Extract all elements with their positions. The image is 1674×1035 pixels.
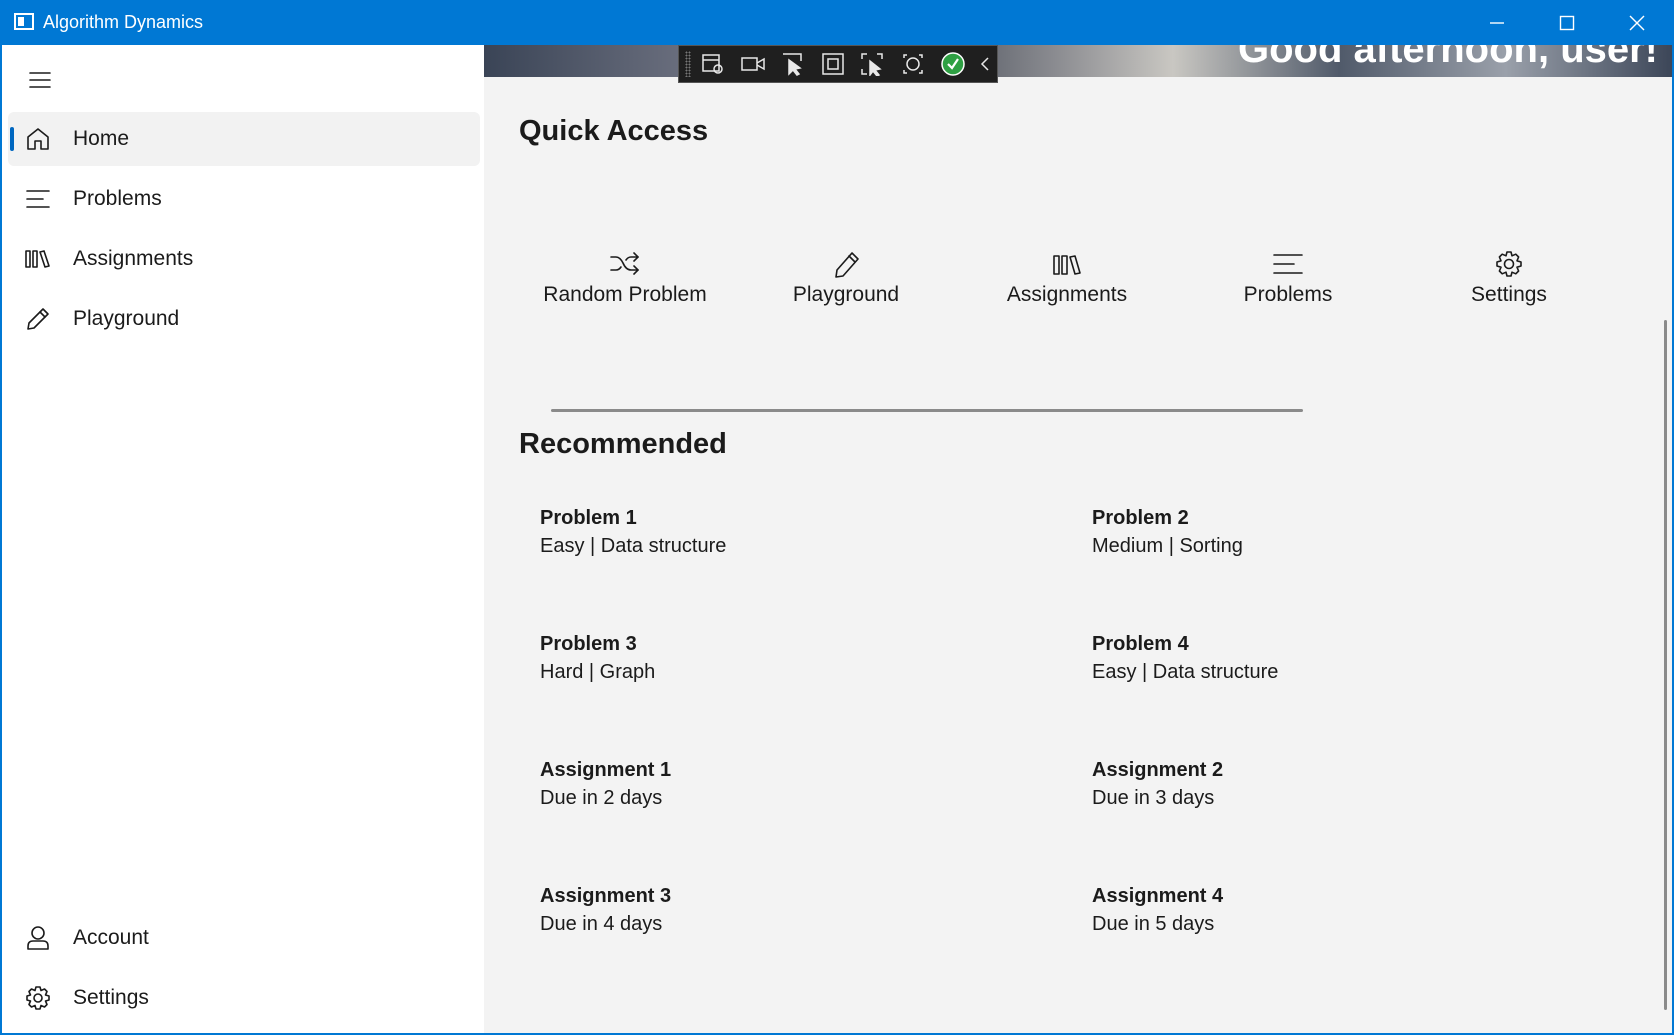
recommended-item-title: Assignment 4 (1092, 885, 1224, 907)
library-icon (1053, 255, 1081, 275)
quick-access-label: Random Problem (543, 283, 707, 306)
collapse-toolbar-button[interactable] (975, 48, 995, 80)
track-focus-icon (861, 53, 883, 76)
recommended-item-subtitle: Hard | Graph (540, 661, 656, 683)
track-focused-element-button[interactable] (855, 48, 891, 80)
recommended-item-subtitle: Medium | Sorting (1092, 535, 1243, 557)
quick-access-label: Playground (792, 283, 900, 306)
recommended-item-subtitle: Due in 4 days (540, 913, 663, 935)
visual-tree-icon (702, 54, 723, 74)
quick-access-assignments[interactable]: Assignments (962, 245, 1172, 335)
greeting-text: Good afternoon, user! (1238, 45, 1658, 71)
nav-item-label: Problems (73, 187, 162, 210)
chevron-left-icon (980, 57, 989, 71)
menu-toggle-button[interactable] (20, 62, 60, 98)
gear-icon (1496, 251, 1522, 277)
nav-item-problems[interactable]: Problems (8, 172, 480, 226)
display-layout-adorners-button[interactable] (815, 48, 851, 80)
maximize-icon (1559, 15, 1575, 30)
nav-item-assignments[interactable]: Assignments (8, 232, 480, 286)
close-button[interactable] (1602, 0, 1672, 45)
quick-access-random-problem[interactable]: Random Problem (520, 245, 730, 335)
gear-icon (26, 986, 50, 1010)
app-client-area: Home Problems Assignments Playground Acc (2, 45, 1672, 1033)
binding-failures-button[interactable] (895, 48, 931, 80)
toolbar-grip[interactable] (685, 51, 691, 77)
recommended-item-title: Assignment 1 (540, 759, 672, 781)
list-icon (26, 190, 50, 208)
nav-item-label: Account (73, 926, 149, 949)
recommended-item[interactable]: Problem 4 Easy | Data structure (1092, 633, 1572, 733)
quick-access-playground[interactable]: Playground (741, 245, 951, 335)
recommended-item-subtitle: Due in 5 days (1092, 913, 1215, 935)
hamburger-icon (29, 72, 51, 88)
app-icon (14, 13, 34, 30)
maximize-button[interactable] (1532, 0, 1602, 45)
recommended-item-title: Assignment 3 (540, 885, 672, 907)
nav-item-playground[interactable]: Playground (8, 292, 480, 346)
recommended-item-title: Problem 3 (540, 633, 637, 655)
person-icon (27, 926, 49, 950)
nav-item-account[interactable]: Account (8, 911, 480, 965)
quick-access-problems[interactable]: Problems (1183, 245, 1393, 335)
debug-toolbar[interactable] (678, 45, 998, 83)
quick-access-label: Problems (1243, 283, 1333, 306)
quick-access-label: Settings (1471, 283, 1547, 306)
recommended-item[interactable]: Assignment 3 Due in 4 days (540, 885, 1020, 985)
minimize-button[interactable] (1462, 0, 1532, 45)
recommended-heading: Recommended (519, 428, 727, 460)
recommended-item[interactable]: Problem 1 Easy | Data structure (540, 507, 1020, 607)
nav-item-home[interactable]: Home (8, 112, 480, 166)
quick-access-label: Assignments (1006, 283, 1128, 306)
shuffle-icon (610, 252, 639, 275)
selection-indicator (10, 127, 14, 151)
binding-icon (903, 54, 923, 74)
recommended-item-subtitle: Due in 3 days (1092, 787, 1215, 809)
recommended-item-subtitle: Easy | Data structure (1092, 661, 1279, 683)
library-icon (25, 250, 50, 268)
camera-icon (741, 57, 765, 71)
window-title: Algorithm Dynamics (43, 12, 204, 32)
select-cursor-icon (783, 53, 802, 76)
horizontal-scrollbar[interactable] (551, 409, 1303, 412)
layout-adorner-icon (822, 53, 844, 75)
recommended-item-subtitle: Easy | Data structure (540, 535, 727, 557)
nav-item-label: Assignments (73, 247, 194, 270)
title-bar[interactable]: Algorithm Dynamics (0, 0, 1674, 45)
home-icon (27, 128, 49, 150)
nav-item-settings[interactable]: Settings (8, 971, 480, 1025)
recommended-item[interactable]: Assignment 2 Due in 3 days (1092, 759, 1572, 859)
recommended-item[interactable]: Problem 2 Medium | Sorting (1092, 507, 1572, 607)
vertical-scrollbar[interactable] (1664, 320, 1667, 1010)
nav-item-label: Home (73, 127, 130, 150)
hot-reload-status-button[interactable] (935, 48, 971, 80)
record-button[interactable] (735, 48, 771, 80)
quick-access-heading: Quick Access (519, 115, 709, 147)
quick-access-settings[interactable]: Settings (1404, 245, 1614, 335)
recommended-item-title: Assignment 2 (1092, 759, 1224, 781)
nav-item-label: Settings (73, 986, 149, 1009)
recommended-item[interactable]: Assignment 4 Due in 5 days (1092, 885, 1572, 985)
nav-item-label: Playground (73, 307, 180, 330)
recommended-item-title: Problem 4 (1092, 633, 1189, 655)
minimize-icon (1490, 21, 1504, 24)
main-content: Good afternoon, user! Quick Access Rando… (484, 45, 1672, 1033)
recommended-item-subtitle: Due in 2 days (540, 787, 663, 809)
pencil-icon (835, 252, 859, 278)
pencil-icon (27, 308, 49, 330)
live-visual-tree-button[interactable] (695, 48, 731, 80)
recommended-item-title: Problem 2 (1092, 507, 1189, 529)
check-circle-icon (941, 52, 965, 76)
header-banner: Good afternoon, user! (484, 45, 1672, 77)
recommended-item[interactable]: Assignment 1 Due in 2 days (540, 759, 1020, 859)
close-icon (1629, 15, 1645, 30)
recommended-item-title: Problem 1 (540, 507, 637, 529)
navigation-pane: Home Problems Assignments Playground Acc (2, 45, 484, 1033)
recommended-item[interactable]: Problem 3 Hard | Graph (540, 633, 1020, 733)
select-element-button[interactable] (775, 48, 811, 80)
list-icon (1273, 254, 1303, 274)
